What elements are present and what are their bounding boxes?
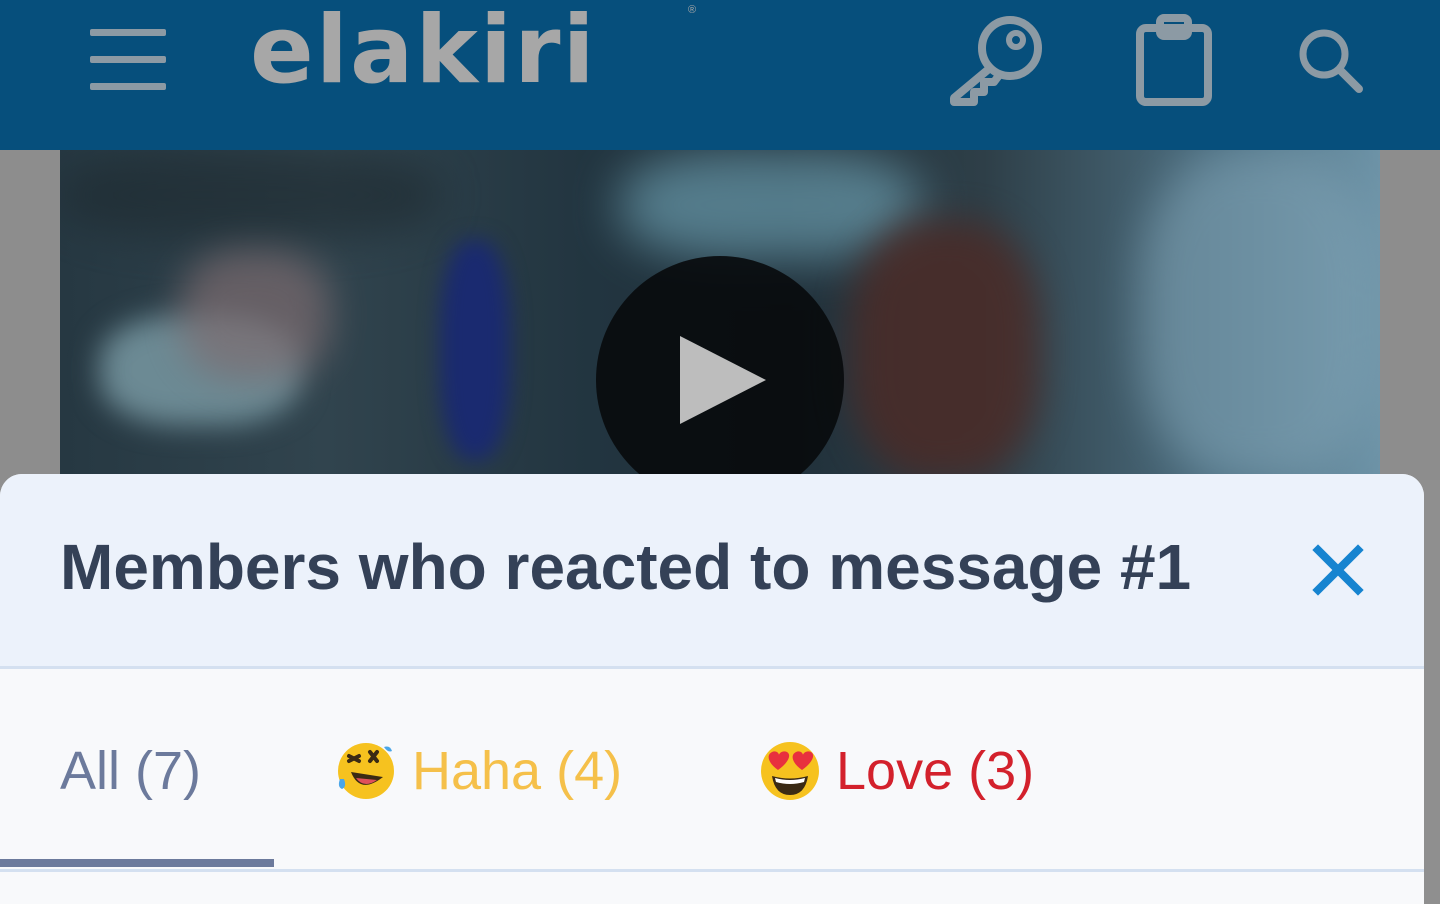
dialog-title: Members who reacted to message #1: [60, 531, 1192, 603]
rolling-laughing-icon: [338, 743, 394, 799]
tab-love-label: Love (3): [836, 741, 1035, 801]
tab-love[interactable]: Love (3): [758, 731, 1034, 811]
key-icon[interactable]: [946, 12, 1046, 106]
tab-haha-label: Haha (4): [412, 741, 623, 801]
dialog-header: Members who reacted to message #1: [0, 474, 1424, 669]
tabs-divider: [0, 869, 1424, 872]
tab-all-label: All (7): [60, 741, 202, 801]
heart-eyes-icon: [761, 742, 819, 800]
registered-mark: ®: [688, 4, 697, 16]
tab-haha[interactable]: Haha (4): [334, 731, 622, 811]
close-icon[interactable]: [1310, 542, 1366, 598]
menu-icon[interactable]: [88, 26, 168, 94]
tab-all[interactable]: All (7): [60, 731, 201, 811]
site-logo[interactable]: elakiri: [250, 4, 597, 98]
play-icon: [680, 336, 766, 424]
reaction-tabs: All (7) Haha (4) Love (3): [0, 669, 1424, 879]
reactions-dialog: Members who reacted to message #1 All (7…: [0, 474, 1424, 904]
search-icon[interactable]: [1296, 26, 1364, 94]
active-tab-indicator: [0, 859, 274, 867]
clipboard-icon[interactable]: [1134, 14, 1214, 106]
top-app-bar: elakiri ®: [0, 0, 1440, 150]
video-thumbnail[interactable]: [60, 150, 1380, 480]
